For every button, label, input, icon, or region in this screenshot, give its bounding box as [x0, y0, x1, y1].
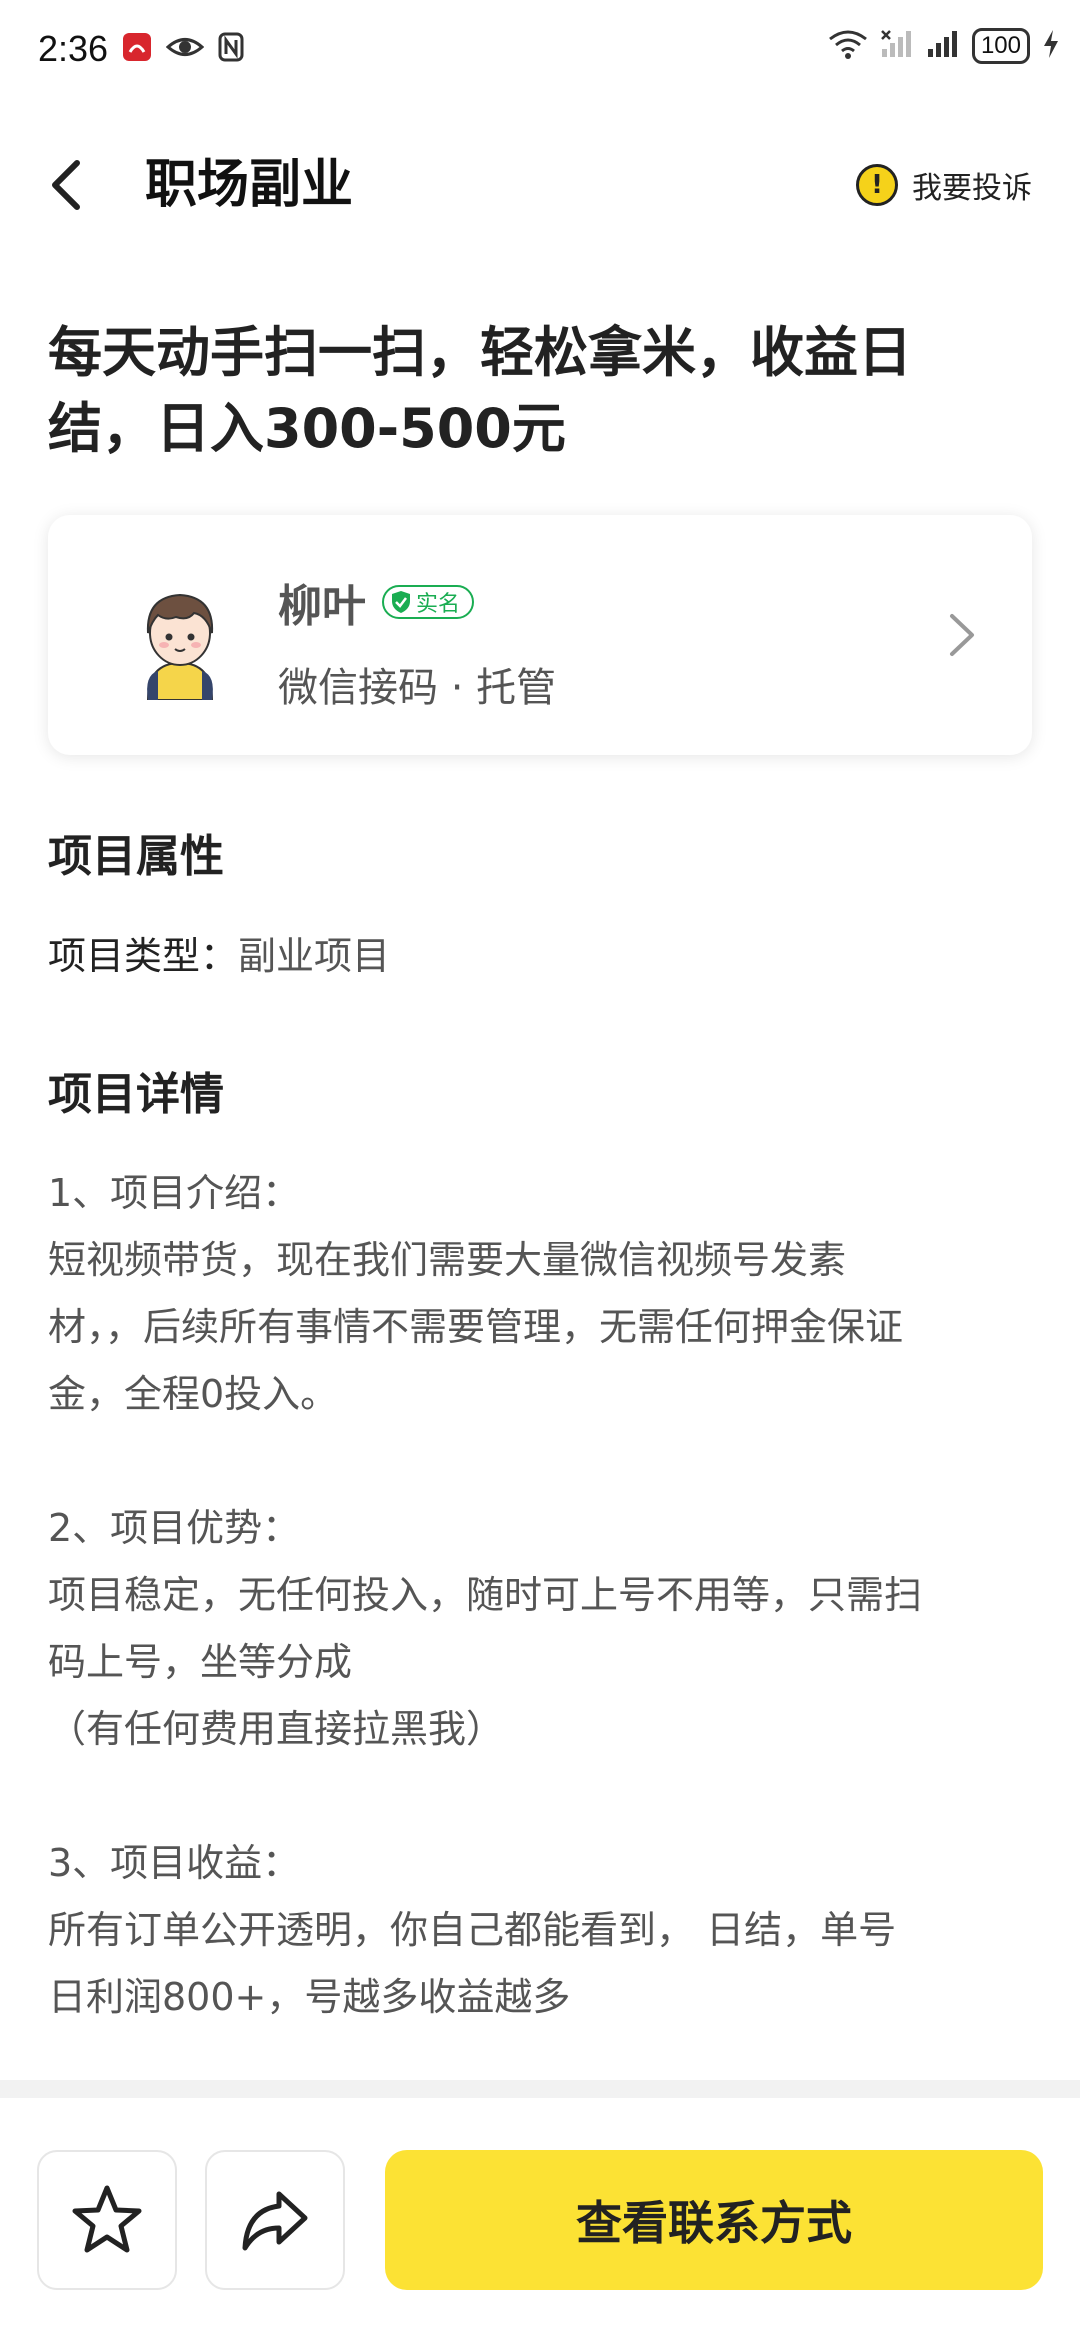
- detail-line: 所有订单公开透明，你自己都能看到， 日结，单号: [48, 1908, 897, 1952]
- bottom-action-bar: 查看联系方式: [0, 2098, 1080, 2340]
- complain-button[interactable]: ! 我要投诉: [856, 160, 1032, 210]
- author-name-row: 柳叶 实名: [278, 570, 475, 634]
- detail-line: （有任何费用直接拉黑我）: [48, 1707, 505, 1751]
- status-bar: 2:36 100: [0, 0, 1080, 100]
- share-button[interactable]: [205, 2150, 345, 2290]
- star-icon: [72, 2185, 142, 2253]
- back-button[interactable]: [30, 150, 100, 220]
- detail-paragraph-earnings: 3、项目收益： 所有订单公开透明，你自己都能看到， 日结，单号 日利润800+，…: [48, 1830, 1038, 2031]
- status-right: 100: [828, 28, 1060, 64]
- verified-label: 实名: [416, 592, 461, 617]
- detail-line: 码上号，坐等分成: [48, 1640, 353, 1684]
- status-left: 2:36: [38, 28, 244, 70]
- nav-bar: 职场副业 ! 我要投诉: [0, 120, 1080, 250]
- nfc-icon: [218, 32, 244, 66]
- detail-heading: 1、项目介绍：: [48, 1171, 301, 1215]
- project-headline: 每天动手扫一扫，轻松拿米，收益日 结，日入300-500元: [48, 315, 1008, 467]
- detail-heading: 2、项目优势：: [48, 1506, 301, 1550]
- back-arrow-icon: [52, 160, 80, 210]
- project-type-key: 项目类型：: [48, 934, 239, 978]
- headline-line-2: 结，日入300-500元: [48, 397, 566, 460]
- author-tags: 微信接码 · 托管: [278, 665, 557, 711]
- headline-line-1: 每天动手扫一扫，轻松拿米，收益日: [48, 321, 912, 384]
- complain-label: 我要投诉: [912, 171, 1032, 206]
- charging-icon: [1042, 29, 1060, 63]
- status-time: 2:36: [38, 28, 109, 69]
- properties-section-title: 项目属性: [48, 831, 224, 882]
- detail-paragraph-advantages: 2、项目优势： 项目稳定，无任何投入，随时可上号不用等，只需扫 码上号，坐等分成…: [48, 1495, 1038, 1763]
- detail-line: 金，全程0投入。: [48, 1372, 339, 1416]
- avatar: [118, 575, 243, 701]
- bottom-divider: [0, 2080, 1080, 2098]
- signal-4g-icon: [926, 29, 960, 63]
- detail-line: 日利润800+，号越多收益越多: [48, 1975, 571, 2019]
- project-type-row: 项目类型：副业项目: [48, 925, 390, 980]
- author-card[interactable]: 柳叶 实名 微信接码 · 托管: [48, 515, 1032, 755]
- wifi-icon: [828, 29, 868, 63]
- detail-line: 材，，后续所有事情不需要管理，无需任何押金保证: [48, 1305, 904, 1349]
- app-notification-icon: [122, 32, 152, 66]
- share-icon: [242, 2191, 308, 2251]
- detail-line: 短视频带货，现在我们需要大量微信视频号发素: [48, 1238, 847, 1282]
- verified-badge: 实名: [382, 585, 475, 619]
- view-contact-button[interactable]: 查看联系方式: [385, 2150, 1043, 2290]
- chevron-right-icon: [950, 614, 974, 656]
- detail-paragraph-intro: 1、项目介绍： 短视频带货，现在我们需要大量微信视频号发素 材，，后续所有事情不…: [48, 1160, 1038, 1428]
- details-section-title: 项目详情: [48, 1069, 224, 1120]
- project-type-value: 副业项目: [238, 934, 391, 978]
- favorite-button[interactable]: [37, 2150, 177, 2290]
- signal-icon: [880, 29, 914, 63]
- shield-check-icon: [392, 591, 410, 613]
- detail-line: 项目稳定，无任何投入，随时可上号不用等，只需扫: [48, 1573, 923, 1617]
- eye-icon: [165, 32, 205, 66]
- warning-icon: !: [856, 164, 898, 206]
- page-title: 职场副业: [145, 155, 354, 215]
- project-details-text: 1、项目介绍： 短视频带货，现在我们需要大量微信视频号发素 材，，后续所有事情不…: [48, 1160, 1038, 2098]
- detail-heading: 3、项目收益：: [48, 1841, 301, 1885]
- battery-icon: 100: [971, 28, 1030, 64]
- author-name: 柳叶: [278, 581, 366, 632]
